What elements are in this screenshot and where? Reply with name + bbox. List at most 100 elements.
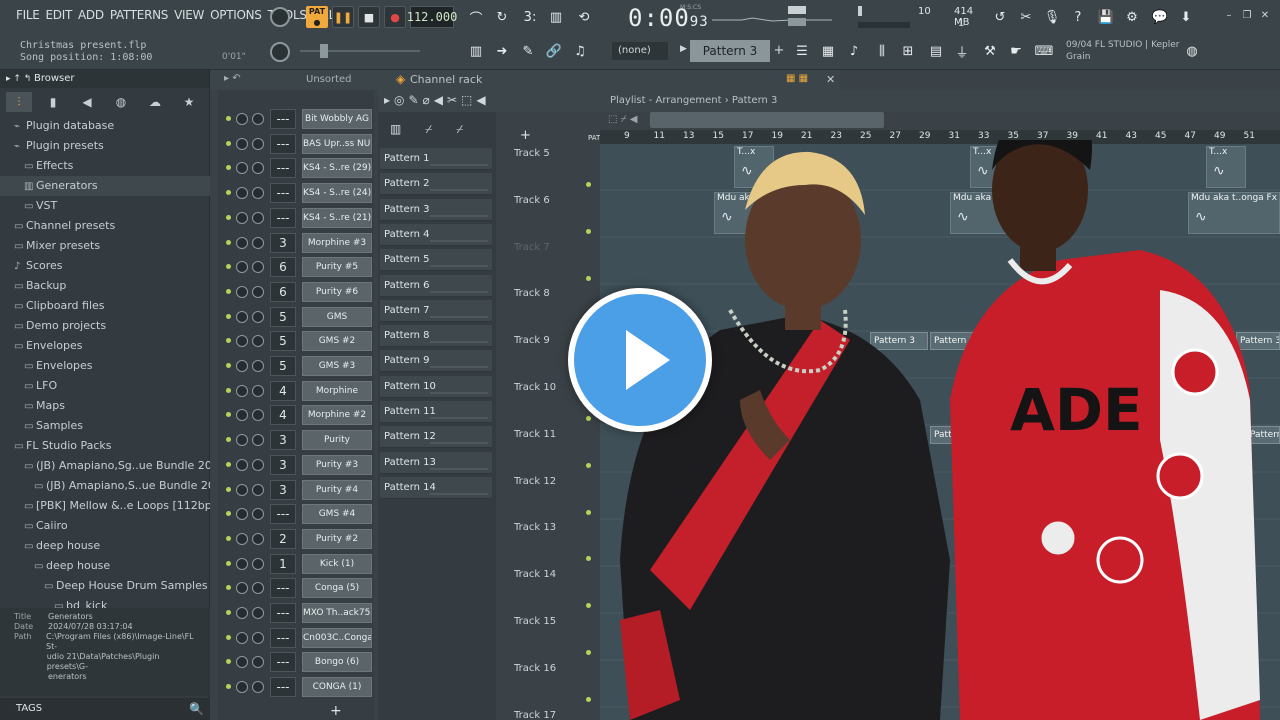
- stop-button[interactable]: ■: [358, 6, 380, 28]
- piano-icon[interactable]: ▥: [464, 40, 488, 62]
- channel-row[interactable]: 5 GMS #2: [218, 330, 374, 352]
- channel-led[interactable]: [226, 437, 231, 443]
- channel-name-button[interactable]: GMS: [302, 306, 372, 327]
- channel-name-button[interactable]: Bit Wobbly AG: [302, 109, 372, 129]
- channel-pan-knob[interactable]: [236, 310, 248, 323]
- channel-volume-knob[interactable]: [252, 310, 264, 323]
- track-label[interactable]: Track 10: [514, 382, 556, 393]
- browser-item[interactable]: ▭ Effects: [0, 156, 210, 176]
- channel-pan-knob[interactable]: [236, 582, 248, 595]
- pattern-item[interactable]: Pattern 4: [380, 223, 492, 246]
- tags-bar[interactable]: TAGS 🔍: [0, 698, 210, 720]
- browser-item[interactable]: ▭ Envelopes: [0, 356, 210, 376]
- track-label[interactable]: Track 14: [514, 569, 556, 580]
- channel-pan-knob[interactable]: [236, 285, 248, 298]
- channel-name-button[interactable]: Conga (5): [302, 578, 372, 599]
- track-mute-led[interactable]: [586, 228, 591, 234]
- link-icon[interactable]: 🔗: [542, 40, 566, 62]
- channel-mixer-route[interactable]: 5: [270, 306, 296, 327]
- refresh-icon[interactable]: ↺: [988, 6, 1012, 28]
- touch-icon[interactable]: ☛: [1004, 40, 1028, 62]
- minimize-icon[interactable]: –: [1222, 10, 1236, 22]
- channel-volume-knob[interactable]: [252, 137, 264, 150]
- browser-item[interactable]: ▭ Mixer presets: [0, 236, 210, 256]
- channel-mixer-route[interactable]: 5: [270, 356, 296, 376]
- channel-row[interactable]: 3 Purity #3: [218, 454, 374, 476]
- channel-led[interactable]: [226, 610, 231, 615]
- pattern-item[interactable]: Pattern 2: [380, 173, 492, 196]
- channel-led[interactable]: [226, 486, 231, 492]
- channel-mixer-route[interactable]: ---: [270, 158, 296, 179]
- channel-row[interactable]: --- Cn003C..Conga: [218, 627, 374, 649]
- files-tab-icon[interactable]: ▮: [40, 92, 66, 112]
- browser-item[interactable]: ▭ Samples: [0, 416, 210, 436]
- track-mute-led[interactable]: [586, 416, 591, 421]
- pattern-item[interactable]: Pattern 3: [380, 198, 492, 221]
- cut-icon[interactable]: ✂: [1014, 6, 1038, 28]
- channel-led[interactable]: [226, 239, 231, 245]
- channel-led[interactable]: [226, 684, 231, 690]
- channel-row[interactable]: --- Bit Wobbly AG: [218, 108, 374, 130]
- browser-item[interactable]: ▭[PBK] Mellow &..e Loops [112bpms]: [0, 496, 210, 516]
- channel-row[interactable]: 5 GMS: [218, 306, 374, 328]
- speaker-tab-icon[interactable]: ◀: [74, 92, 100, 112]
- channel-name-button[interactable]: CONGA (1): [302, 677, 372, 698]
- add-track-icon[interactable]: +: [520, 128, 531, 143]
- channel-pan-knob[interactable]: [236, 113, 248, 125]
- plugin-icon[interactable]: ⏚: [950, 40, 974, 62]
- stamp-icon[interactable]: ♫: [568, 40, 592, 62]
- keyboard-icon[interactable]: ⌨: [1032, 40, 1056, 62]
- channel-pan-knob[interactable]: [236, 384, 248, 397]
- channel-pan-knob[interactable]: [236, 458, 248, 471]
- menu-options[interactable]: OPTIONS: [210, 8, 262, 22]
- track-mute-led[interactable]: [586, 556, 591, 562]
- channel-volume-knob[interactable]: [252, 162, 264, 175]
- help-icon[interactable]: ?: [1066, 6, 1090, 28]
- browser-item[interactable]: ▭ Maps: [0, 396, 210, 416]
- playlist-mini-tools[interactable]: ⬚ ⌿ ◀: [600, 112, 650, 130]
- snap-select[interactable]: (none): [612, 42, 668, 60]
- channel-pan-knob[interactable]: [236, 187, 248, 200]
- channel-row[interactable]: 5 GMS #3: [218, 355, 374, 377]
- channel-mixer-route[interactable]: 2: [270, 528, 296, 549]
- channel-name-button[interactable]: GMS #2: [302, 331, 372, 352]
- channel-led[interactable]: [226, 140, 231, 146]
- channel-mixer-route[interactable]: ---: [270, 504, 296, 525]
- browser-item[interactable]: ♪ Scores: [0, 256, 210, 276]
- channel-volume-knob[interactable]: [252, 285, 264, 298]
- menu-view[interactable]: VIEW: [174, 8, 204, 22]
- channel-mixer-route[interactable]: 3: [270, 479, 296, 500]
- channel-row[interactable]: --- GMS #4: [218, 503, 374, 525]
- track-label[interactable]: Track 17: [514, 710, 556, 720]
- search-icon[interactable]: 🔍: [189, 698, 204, 720]
- browser-item[interactable]: ▭ deep house: [0, 536, 210, 556]
- channel-name-button[interactable]: Purity #6: [302, 281, 372, 302]
- chat-icon[interactable]: 💬: [1148, 6, 1172, 28]
- main-slider-handle[interactable]: [320, 44, 328, 58]
- channel-led[interactable]: [226, 214, 231, 220]
- channel-row[interactable]: 3 Purity: [218, 429, 374, 451]
- track-label[interactable]: Track 12: [514, 476, 556, 487]
- channel-row[interactable]: --- Bongo (6): [218, 651, 374, 673]
- channel-name-button[interactable]: Kick (1): [302, 553, 372, 574]
- channel-volume-knob[interactable]: [252, 582, 264, 595]
- pattern-item[interactable]: Pattern 12: [380, 426, 492, 449]
- browser-item[interactable]: ⌁ Plugin presets: [0, 136, 210, 156]
- track-label[interactable]: Track 8: [514, 288, 550, 299]
- plugins-tab-icon[interactable]: ◍: [108, 92, 134, 112]
- countdown-icon[interactable]: 3:: [518, 6, 542, 28]
- channel-led[interactable]: [226, 511, 231, 517]
- channel-volume-knob[interactable]: [252, 211, 264, 224]
- track-label[interactable]: Track 16: [514, 663, 556, 674]
- playlist-scrollbar[interactable]: [650, 112, 884, 128]
- browser-item[interactable]: ▭ Backup: [0, 276, 210, 296]
- channel-row[interactable]: --- MXO Th..ack757: [218, 602, 374, 624]
- channel-led[interactable]: [226, 659, 231, 665]
- channel-volume-knob[interactable]: [252, 631, 264, 644]
- download-icon[interactable]: ⬇: [1174, 6, 1198, 28]
- channel-row[interactable]: 3 Morphine #3: [218, 232, 374, 254]
- browser-item[interactable]: ▥ Generators: [0, 176, 210, 196]
- project-icon[interactable]: ▤: [924, 40, 948, 62]
- rack-close-icon[interactable]: ✕: [826, 73, 835, 86]
- video-play-button[interactable]: [568, 288, 712, 432]
